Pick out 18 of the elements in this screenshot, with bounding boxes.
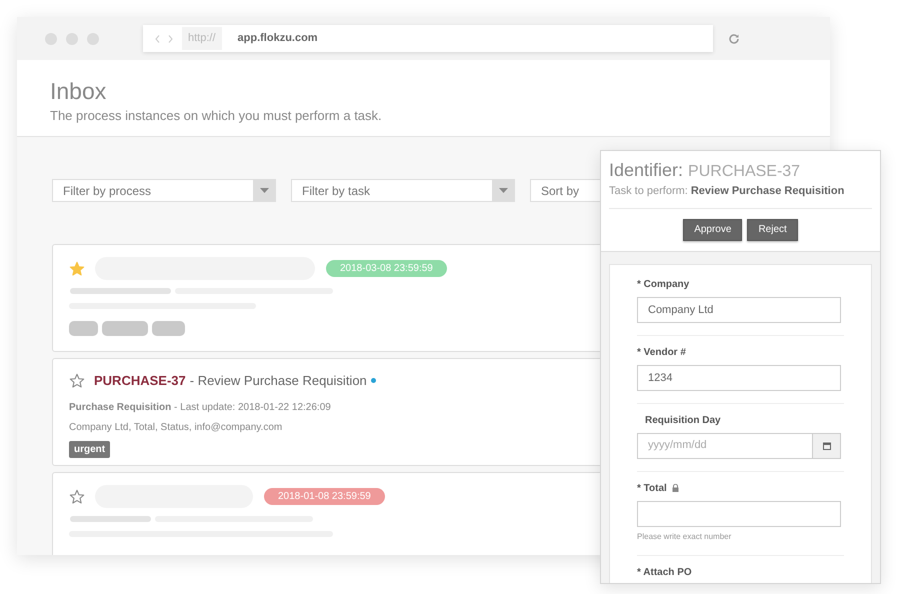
due-date-badge: 2018-01-08 23:59:59 [264,488,385,505]
task-label: Task to perform: [609,184,688,199]
due-date-badge: 2018-03-08 23:59:59 [326,260,447,277]
url-scheme: http:// [182,27,222,50]
field-label: Requisition Day [645,414,721,428]
field-label: * Total [637,482,667,496]
field-label: * Company [637,278,690,292]
help-text: Please write exact number [637,530,732,542]
url-text: app.flokzu.com [238,31,318,46]
identifier-value: PURCHASE-37 [688,162,800,182]
identifier-label: Identifier: [609,159,684,181]
task-meta: Purchase Requisition - Last update: 2018-01-22 12:26:09 [69,400,331,414]
field-label: * Attach PO [637,566,692,580]
tag-label: urgent [69,440,110,458]
task-name: Review Purchase Requisition [690,184,844,199]
task-summary: Company Ltd, Total, Status, info@company.com [69,420,282,434]
page-title: Inbox [50,77,108,105]
page-subtitle: The process instances on which you must perform a task. [50,107,383,125]
